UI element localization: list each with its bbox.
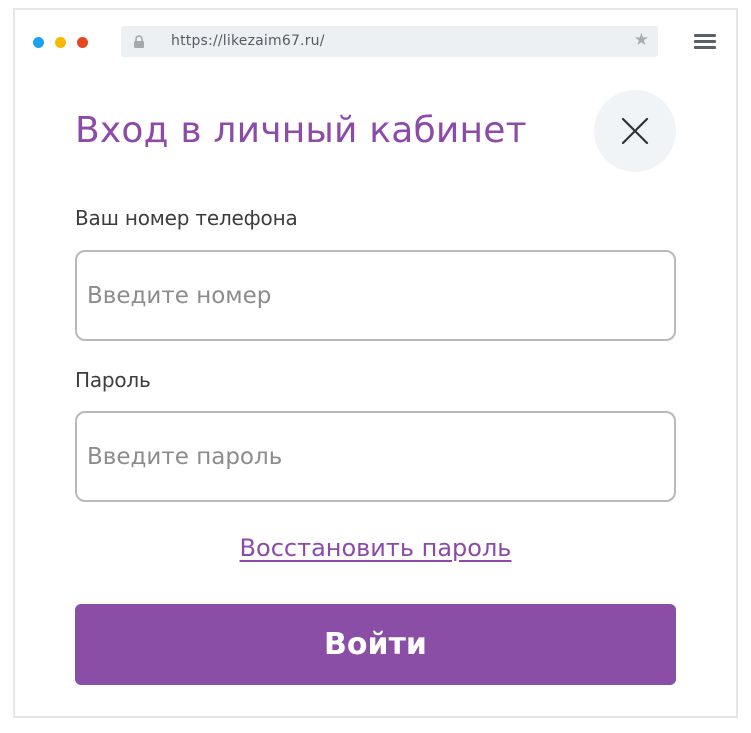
window-dot-blue[interactable] <box>33 37 44 48</box>
password-label: Пароль <box>75 368 151 392</box>
restore-password-link[interactable]: Восстановить пароль <box>15 534 736 562</box>
close-icon <box>621 117 649 145</box>
address-url[interactable]: https://likezaim67.ru/ <box>171 33 325 49</box>
phone-input[interactable] <box>75 250 676 341</box>
password-input[interactable] <box>75 411 676 502</box>
window-dot-red[interactable] <box>77 37 88 48</box>
browser-window: https://likezaim67.ru/ ★ Вход в личный к… <box>13 8 738 718</box>
window-dot-yellow[interactable] <box>55 37 66 48</box>
address-bar[interactable]: https://likezaim67.ru/ ★ <box>121 26 658 57</box>
lock-icon <box>134 35 144 48</box>
login-button[interactable]: Войти <box>75 604 676 685</box>
star-icon[interactable]: ★ <box>634 32 649 49</box>
menu-icon[interactable] <box>694 34 716 50</box>
close-button[interactable] <box>594 90 676 172</box>
dialog-title: Вход в личный кабинет <box>75 110 527 151</box>
phone-label: Ваш номер телефона <box>75 206 298 230</box>
